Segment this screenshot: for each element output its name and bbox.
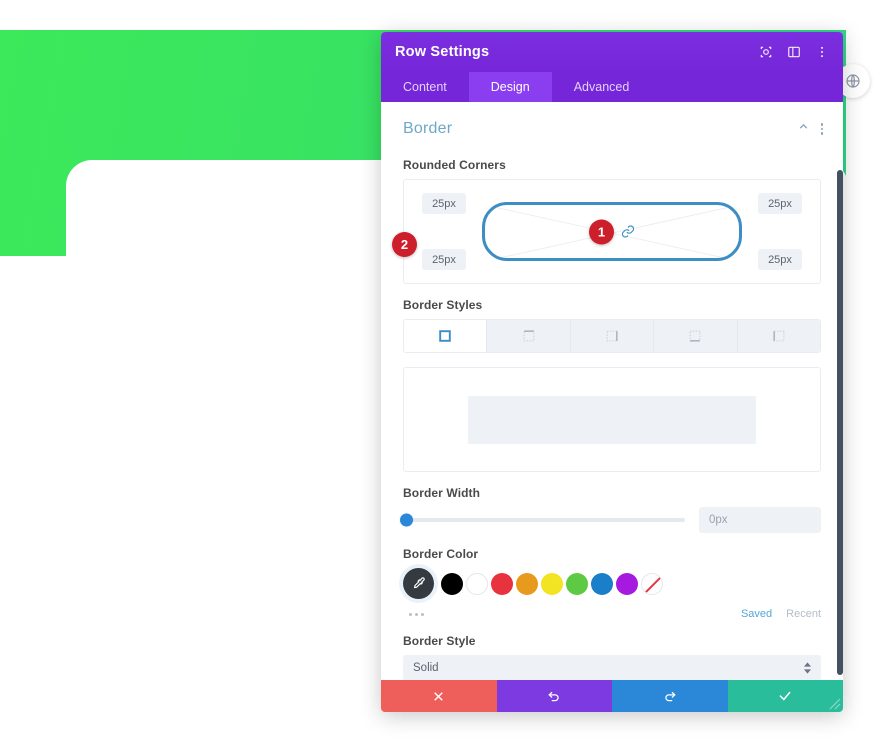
save-button[interactable]: [727, 680, 843, 712]
color-picker-button[interactable]: [403, 568, 434, 599]
border-section-actions: [797, 120, 823, 138]
swatch-yellow[interactable]: [541, 572, 563, 595]
corner-input-top-right[interactable]: 25px: [758, 193, 802, 214]
annotation-badge-2: 2: [392, 232, 417, 257]
swatch-purple[interactable]: [616, 572, 638, 595]
undo-button[interactable]: [496, 680, 612, 712]
screen: Row Settings Content Design Advanced Bor…: [0, 0, 880, 742]
border-style-bottom[interactable]: [654, 320, 738, 352]
modal-body: Border Rounded Corners 25px 25px 25px 25…: [381, 102, 843, 680]
tab-advanced[interactable]: Advanced: [552, 72, 652, 102]
link-icon[interactable]: [621, 225, 635, 239]
overflow-menu-icon[interactable]: [815, 45, 829, 59]
border-width-slider[interactable]: [400, 513, 685, 527]
modal-header-actions: [759, 45, 829, 59]
tab-design[interactable]: Design: [468, 72, 552, 102]
settings-scroll-area: Border Rounded Corners 25px 25px 25px 25…: [381, 102, 843, 680]
border-bottom-icon: [689, 330, 701, 342]
border-style-select[interactable]: Solid: [403, 655, 821, 680]
border-section-title: Border: [403, 120, 453, 137]
swatch-black[interactable]: [441, 572, 463, 595]
border-style-field: Border Style Solid: [381, 634, 843, 680]
modal-scrollbar[interactable]: [837, 170, 843, 675]
swatch-white[interactable]: [466, 572, 488, 595]
border-color-meta: Saved Recent: [403, 608, 821, 620]
corner-input-bottom-right[interactable]: 25px: [758, 249, 802, 270]
chevron-up-icon[interactable]: [797, 120, 810, 138]
tab-content[interactable]: Content: [381, 72, 469, 102]
swatch-green[interactable]: [566, 572, 588, 595]
rounded-corners-field: Rounded Corners 25px 25px 25px 25px 1 2: [381, 158, 843, 284]
undo-icon: [548, 691, 559, 702]
redo-button[interactable]: [612, 680, 728, 712]
corner-input-bottom-left[interactable]: 25px: [422, 249, 466, 270]
border-preview-inner: [468, 395, 756, 444]
border-style-all[interactable]: [404, 320, 488, 352]
border-section-header: Border: [381, 102, 843, 144]
select-caret-icon: [804, 662, 811, 674]
border-styles-row: [403, 319, 821, 353]
border-style-left[interactable]: [737, 320, 820, 352]
border-left-icon: [773, 330, 785, 342]
border-preview-field: [381, 367, 843, 472]
swatch-red[interactable]: [491, 572, 513, 595]
border-style-value: Solid: [413, 662, 439, 674]
row-settings-modal: Row Settings Content Design Advanced Bor…: [381, 32, 843, 712]
modal-header: Row Settings: [381, 32, 843, 72]
rounded-corners-widget: 25px 25px 25px 25px 1 2: [392, 179, 821, 284]
recent-colors-link[interactable]: Recent: [786, 608, 821, 620]
border-width-row: 0px: [400, 507, 821, 533]
modal-tabs: Content Design Advanced: [381, 72, 843, 102]
border-width-field: Border Width 0px: [381, 486, 843, 533]
border-right-icon: [606, 330, 618, 342]
border-styles-field: Border Styles: [381, 298, 843, 353]
focus-target-icon[interactable]: [759, 45, 773, 59]
overflow-menu-icon[interactable]: [820, 123, 823, 135]
layout-split-icon[interactable]: [787, 45, 801, 59]
border-preview-box: [403, 367, 821, 472]
border-color-label: Border Color: [403, 547, 479, 561]
swatch-orange[interactable]: [516, 572, 538, 595]
border-color-field: Border Color Saved Recent: [381, 547, 843, 620]
swatch-blue[interactable]: [591, 572, 613, 595]
corner-input-top-left[interactable]: 25px: [422, 193, 466, 214]
saved-colors-link[interactable]: Saved: [741, 608, 772, 620]
border-width-label: Border Width: [403, 486, 481, 500]
check-icon: [779, 691, 791, 701]
close-icon: [434, 691, 444, 701]
border-width-slider-knob[interactable]: [400, 513, 413, 527]
eyedropper-icon: [413, 577, 425, 589]
globe-icon: [846, 74, 860, 88]
border-top-icon: [523, 330, 535, 342]
more-dots-icon[interactable]: [409, 612, 741, 616]
border-style-right[interactable]: [570, 320, 655, 352]
rounded-corners-label: Rounded Corners: [403, 158, 506, 172]
border-style-label: Border Style: [403, 634, 476, 648]
modal-footer: [381, 680, 843, 712]
border-style-top[interactable]: [487, 320, 571, 352]
cancel-button[interactable]: [381, 680, 497, 712]
swatch-none[interactable]: [641, 572, 663, 595]
modal-title: Row Settings: [395, 44, 490, 60]
border-all-icon: [439, 330, 451, 342]
corner-link-control: 1: [589, 219, 635, 244]
border-color-swatches: [403, 568, 821, 599]
annotation-badge-1: 1: [589, 219, 614, 244]
redo-icon: [665, 691, 676, 702]
border-styles-label: Border Styles: [403, 298, 483, 312]
border-width-input[interactable]: 0px: [699, 507, 821, 533]
